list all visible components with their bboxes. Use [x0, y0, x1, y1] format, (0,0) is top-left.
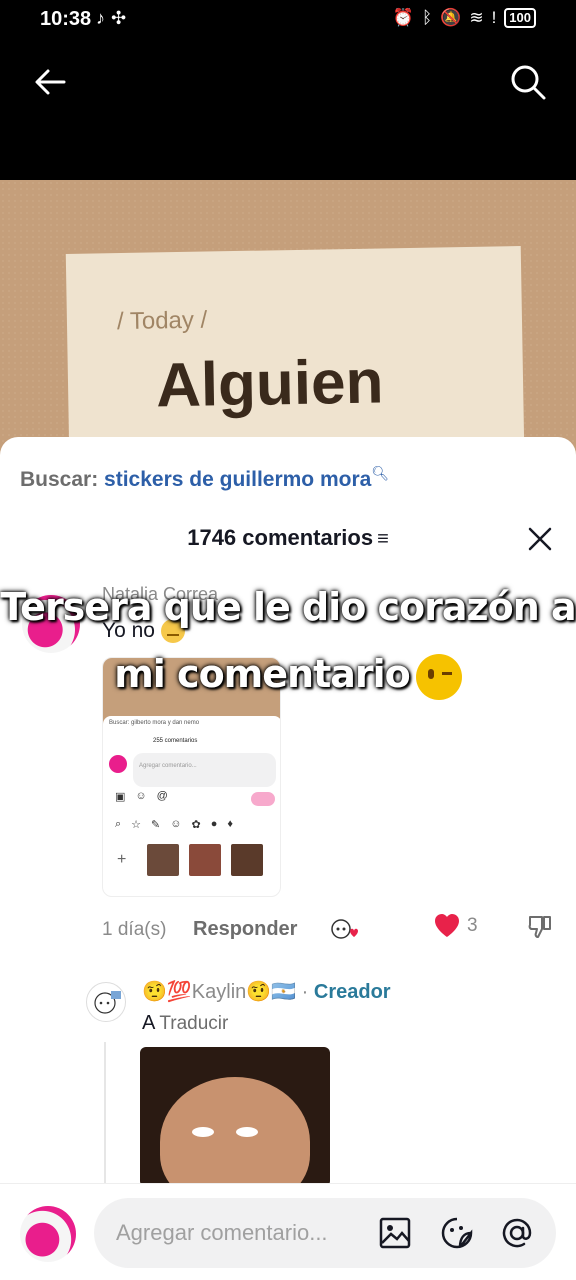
thumb-icon-row-2: ⌕ ☆ ✎ ☺ ✿ ● ♦: [115, 818, 233, 831]
video-background[interactable]: / Today / Alguien: [0, 180, 576, 514]
sticker-icon[interactable]: [440, 1216, 474, 1250]
status-time: 10:38: [40, 8, 92, 30]
username-separator: ·: [301, 981, 309, 1003]
status-bar: 10:38 ♪ ✣ ⏰ ᛒ 🔕 ≋ ! 100: [0, 0, 576, 38]
thumb-smile-icon: ☺: [135, 790, 147, 802]
thumb-avatar: [109, 755, 127, 773]
filter-icon[interactable]: ≡: [377, 528, 389, 550]
comment-count: 1746 comentarios ≡: [0, 525, 576, 551]
thumb-sticker: [147, 844, 179, 876]
overlay-caption-line-1: Tersera que le dio corazón a: [0, 585, 576, 629]
comment-input[interactable]: Agregar comentario...: [94, 1198, 556, 1268]
image-icon[interactable]: [378, 1216, 412, 1250]
like-button[interactable]: 3: [433, 913, 478, 939]
search-icon[interactable]: [508, 62, 548, 102]
thumb-sticker-grid: +: [117, 844, 263, 876]
mention-icon[interactable]: [500, 1216, 534, 1250]
thumb-icon-row-1: ▣ ☺ @: [115, 790, 168, 803]
creator-liked-sticker-icon: [330, 917, 360, 945]
thumb-ball-icon: ●: [210, 818, 218, 830]
heart-icon: [435, 914, 459, 937]
comment-count-text: 1746 comentarios: [187, 525, 374, 550]
like-count: 3: [467, 915, 478, 936]
thumb-bulb-icon: ♦: [227, 818, 233, 830]
sticker-eye: [236, 1127, 258, 1137]
wifi-icon: ≋: [469, 8, 484, 27]
search-suggestion[interactable]: Buscar: stickers de guillermo mora🔍︎: [20, 465, 389, 492]
bluetooth-icon: ᛒ: [421, 8, 433, 27]
thumb-count-text: 255 comentarios: [153, 738, 198, 744]
status-left-icons: ♪ ✣: [96, 8, 126, 29]
thumb-send-pill: [251, 792, 275, 806]
alert-icon: !: [491, 8, 497, 27]
translate-label: Traducir: [159, 1013, 229, 1034]
thumb-plus-icon: +: [117, 851, 127, 868]
dislike-icon[interactable]: [526, 913, 554, 941]
overlay-caption-line-2: mi comentario: [0, 652, 576, 700]
search-suggestion-term[interactable]: stickers de guillermo mora: [104, 468, 371, 491]
reply-button[interactable]: Responder: [193, 918, 297, 941]
wink-emoji-icon: [415, 653, 462, 700]
thumb-sticker-icon: ✿: [191, 819, 201, 831]
comment-input-bar: Agregar comentario...: [0, 1183, 576, 1280]
alarm-icon: ⏰: [392, 8, 414, 27]
thumb-at-icon: @: [156, 790, 168, 802]
my-avatar[interactable]: [20, 1206, 76, 1262]
thumb-star-icon: ☆: [131, 819, 142, 831]
creator-sticker-image[interactable]: [140, 1047, 330, 1187]
small-search-icon: 🔍︎: [371, 465, 390, 481]
video-tag: / Today /: [116, 306, 208, 336]
thumb-image-icon: ▣: [115, 791, 126, 803]
close-icon[interactable]: [526, 525, 554, 553]
back-arrow-icon[interactable]: [30, 62, 70, 102]
sticker-face: [160, 1077, 310, 1187]
reply-thread-line: [104, 1042, 106, 1192]
mute-icon: 🔕: [440, 8, 462, 27]
creator-username[interactable]: 🤨💯Kaylin🤨🇦🇷 · Creador: [142, 979, 391, 1004]
status-right-icons: ⏰ ᛒ 🔕 ≋ ! 100: [393, 8, 536, 28]
overlay-caption-text: mi comentario: [114, 652, 411, 696]
top-nav: [0, 40, 576, 180]
translate-icon: A: [142, 1012, 156, 1034]
creator-badge: Creador: [313, 981, 391, 1003]
thumb-search-text: Buscar: gilberto mora y dan nemo: [109, 720, 200, 726]
creator-username-text: 🤨💯Kaylin🤨🇦🇷: [142, 981, 297, 1003]
sticker-eye: [192, 1127, 214, 1137]
video-headline: Alguien: [155, 347, 384, 421]
pinwheel-icon: ✣: [111, 8, 127, 28]
thumb-edit-icon: ✎: [151, 819, 161, 831]
comments-sheet: Buscar: stickers de guillermo mora🔍︎ 174…: [0, 437, 576, 1280]
comment-timestamp: 1 día(s): [102, 919, 167, 940]
search-suggestion-label: Buscar:: [20, 468, 99, 491]
thumb-search-icon: ⌕: [115, 818, 122, 830]
thumb-sticker: [189, 844, 221, 876]
comment-input-placeholder: Agregar comentario...: [116, 1220, 328, 1245]
thumb-input: Agregar comentario...: [133, 753, 276, 787]
thumb-emoji-icon: ☺: [170, 818, 182, 830]
thumb-sticker: [231, 844, 263, 876]
translate-button[interactable]: A Traducir: [142, 1012, 228, 1035]
tiktok-icon: ♪: [96, 8, 105, 28]
battery-icon: 100: [504, 8, 536, 28]
creator-avatar[interactable]: [86, 982, 126, 1022]
